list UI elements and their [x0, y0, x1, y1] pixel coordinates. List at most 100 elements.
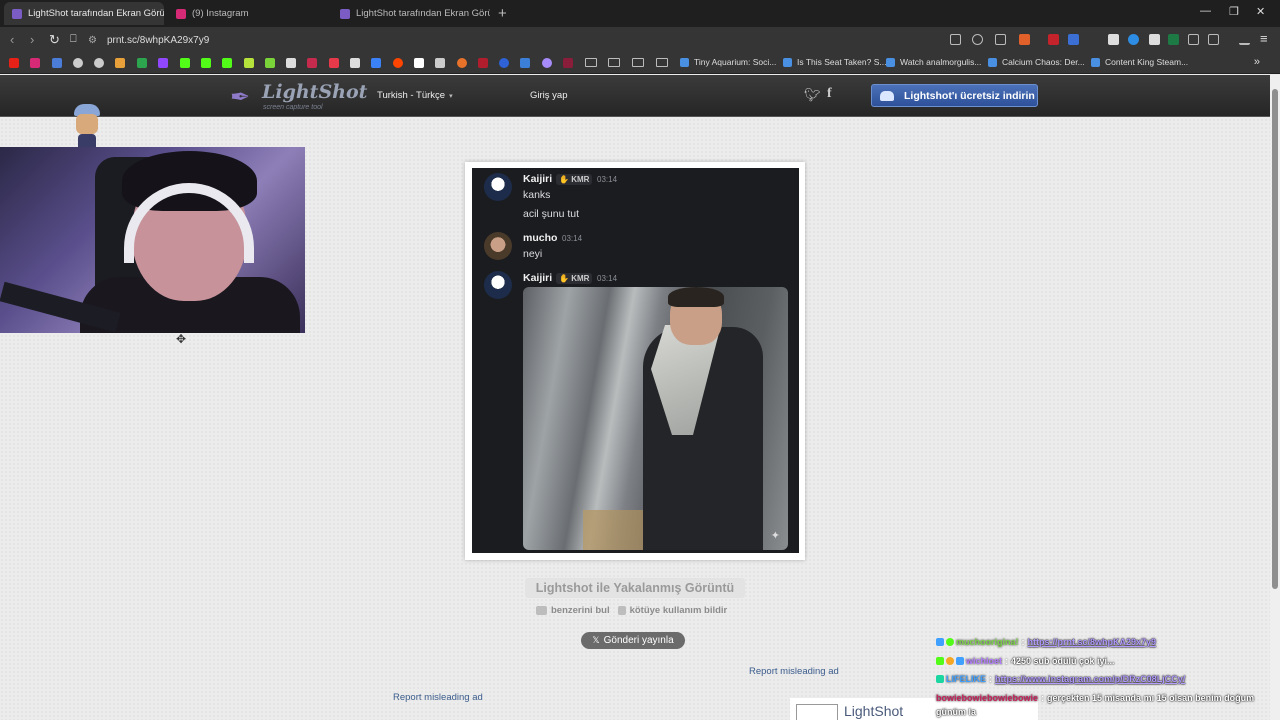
- reddit-bookmark-icon[interactable]: [393, 58, 403, 68]
- extensions-puzzle-icon[interactable]: [1188, 34, 1199, 45]
- reload-icon[interactable]: ↻: [49, 32, 60, 48]
- bookmark-icon[interactable]: [499, 58, 509, 68]
- twitch-bookmark-icon[interactable]: [158, 58, 168, 68]
- x-bookmark-icon[interactable]: [350, 58, 360, 68]
- tab-instagram[interactable]: (9) Instagram: [168, 2, 328, 25]
- cast-icon[interactable]: [950, 34, 961, 45]
- minimize-icon[interactable]: —: [1200, 5, 1211, 17]
- bookmark-icon[interactable]: [52, 58, 62, 68]
- bookmark-icon[interactable]: [115, 58, 125, 68]
- youtube-bookmark-icon[interactable]: [9, 58, 19, 68]
- bookmark-icon[interactable]: [542, 58, 552, 68]
- camera-icon: [536, 606, 547, 615]
- screenshot-title: Lightshot ile Yakalanmış Görüntü: [525, 578, 745, 598]
- facebook-icon[interactable]: f: [827, 86, 832, 102]
- bookmark-item[interactable]: Watch analmorgulis...: [886, 57, 981, 67]
- badge-icon: [946, 657, 954, 665]
- close-window-icon[interactable]: ✕: [1256, 5, 1265, 18]
- language-selector[interactable]: Turkish - Türkçe ▾: [377, 90, 453, 101]
- report-ad-link[interactable]: Report misleading ad: [393, 692, 483, 703]
- badge-icon: [946, 638, 954, 646]
- bookmark-icon[interactable]: [435, 58, 445, 68]
- folder-icon[interactable]: [585, 58, 597, 67]
- site-info-icon[interactable]: ⚙: [88, 35, 97, 46]
- report-abuse-link[interactable]: kötüye kullanım bildir: [630, 605, 728, 616]
- chat-separator: :: [1021, 637, 1025, 647]
- bookmark-icon[interactable]: [478, 58, 488, 68]
- report-ad-link[interactable]: Report misleading ad: [749, 666, 839, 677]
- bookmark-item[interactable]: Tiny Aquarium: Soci...: [680, 57, 776, 67]
- menu-icon[interactable]: ≡: [1260, 31, 1268, 46]
- kick-bookmark-icon[interactable]: [201, 58, 211, 68]
- role-badge: ✋ KMR: [556, 273, 593, 284]
- chat-separator: :: [989, 674, 992, 684]
- tweet-button[interactable]: 𝕏 Gönderi yayınla: [581, 632, 685, 649]
- download-icon[interactable]: [1239, 34, 1250, 45]
- bookmark-icon[interactable]: ⎕: [70, 33, 77, 46]
- scrollbar-thumb[interactable]: [1272, 89, 1278, 589]
- bookmark-icon[interactable]: [414, 58, 424, 68]
- chat-text: https://prnt.sc/8whpKA29x7y9: [1027, 637, 1157, 647]
- bookmark-item[interactable]: Is This Seat Taken? S...: [783, 57, 886, 67]
- ublock-icon[interactable]: [1048, 34, 1059, 45]
- twitter-icon[interactable]: 🐦︎: [804, 87, 821, 103]
- folder-icon[interactable]: [632, 58, 644, 67]
- address-bar[interactable]: ⚙ prnt.sc/8whpKA29x7y9: [88, 31, 938, 49]
- bookmark-icon[interactable]: [520, 58, 530, 68]
- brave-shield-icon[interactable]: [1019, 34, 1030, 45]
- bookmark-icon[interactable]: [137, 58, 147, 68]
- role-badge: ✋ KMR: [556, 174, 593, 185]
- bookmark-icon[interactable]: [73, 58, 83, 68]
- bookmark-item[interactable]: Calcium Chaos: Der...: [988, 57, 1085, 67]
- steam-icon: [1091, 57, 1100, 67]
- find-similar-link[interactable]: benzerini bul: [551, 605, 610, 616]
- more-bookmarks-icon[interactable]: »: [1254, 56, 1260, 68]
- tab-title: LightShot tarafından Ekran Görüntüsü: [356, 8, 490, 19]
- lightshot-logo[interactable]: ✒ LightShot screen capture tool: [230, 79, 367, 113]
- folder-icon[interactable]: [656, 58, 668, 67]
- folder-icon[interactable]: [608, 58, 620, 67]
- bookmark-icon[interactable]: [457, 58, 467, 68]
- extension-icon[interactable]: [1149, 34, 1160, 45]
- login-link[interactable]: Giriş yap: [530, 90, 567, 101]
- chat-username: bowiebowiebowiebowie: [936, 693, 1039, 703]
- page-scrollbar[interactable]: [1270, 75, 1280, 720]
- extension-icon[interactable]: [1128, 34, 1139, 45]
- restore-icon[interactable]: ❐: [1229, 5, 1239, 18]
- bookmark-icon[interactable]: [563, 58, 573, 68]
- bookmark-item[interactable]: Content King Steam...: [1091, 57, 1188, 67]
- download-button[interactable]: Lightshot'ı ücretsiz indirin: [871, 84, 1038, 107]
- chat-username: wichloet: [966, 656, 1003, 666]
- logo-text: LightShot: [262, 81, 368, 103]
- message-author: Kaijiri: [523, 173, 553, 185]
- extension-icon[interactable]: [1168, 34, 1179, 45]
- bookmark-icon[interactable]: [286, 58, 296, 68]
- steam-icon: [988, 57, 997, 67]
- kick-bookmark-icon[interactable]: [180, 58, 190, 68]
- share-icon[interactable]: [995, 34, 1006, 45]
- bookmark-icon[interactable]: [371, 58, 381, 68]
- extension-icon[interactable]: [1068, 34, 1079, 45]
- message-text: acil şunu tut: [523, 208, 580, 220]
- tab-lightshot-1[interactable]: LightShot tarafından Ekran Görüntüsü ✕: [4, 2, 164, 25]
- extension-icon[interactable]: [1108, 34, 1119, 45]
- x-logo-icon: 𝕏: [592, 635, 600, 645]
- steam-icon: [680, 57, 689, 67]
- bookmark-icon[interactable]: [94, 58, 104, 68]
- kick-bookmark-icon[interactable]: [222, 58, 232, 68]
- bookmark-site-icon: [886, 57, 895, 67]
- bookmark-icon[interactable]: [265, 58, 275, 68]
- avatar: [484, 173, 512, 201]
- zoom-icon[interactable]: [972, 34, 983, 45]
- new-tab-icon[interactable]: +: [498, 5, 507, 22]
- tab-lightshot-2[interactable]: LightShot tarafından Ekran Görüntüsü: [332, 2, 490, 25]
- message-author: Kaijiri: [523, 272, 553, 284]
- browser-tabbar: LightShot tarafından Ekran Görüntüsü ✕ (…: [0, 0, 1280, 27]
- instagram-bookmark-icon[interactable]: [30, 58, 40, 68]
- bookmark-icon[interactable]: [329, 58, 339, 68]
- back-icon[interactable]: ‹: [10, 32, 14, 47]
- forward-icon[interactable]: ›: [30, 32, 34, 47]
- sidebar-icon[interactable]: [1208, 34, 1219, 45]
- bookmark-icon[interactable]: [307, 58, 317, 68]
- bookmark-icon[interactable]: [244, 58, 254, 68]
